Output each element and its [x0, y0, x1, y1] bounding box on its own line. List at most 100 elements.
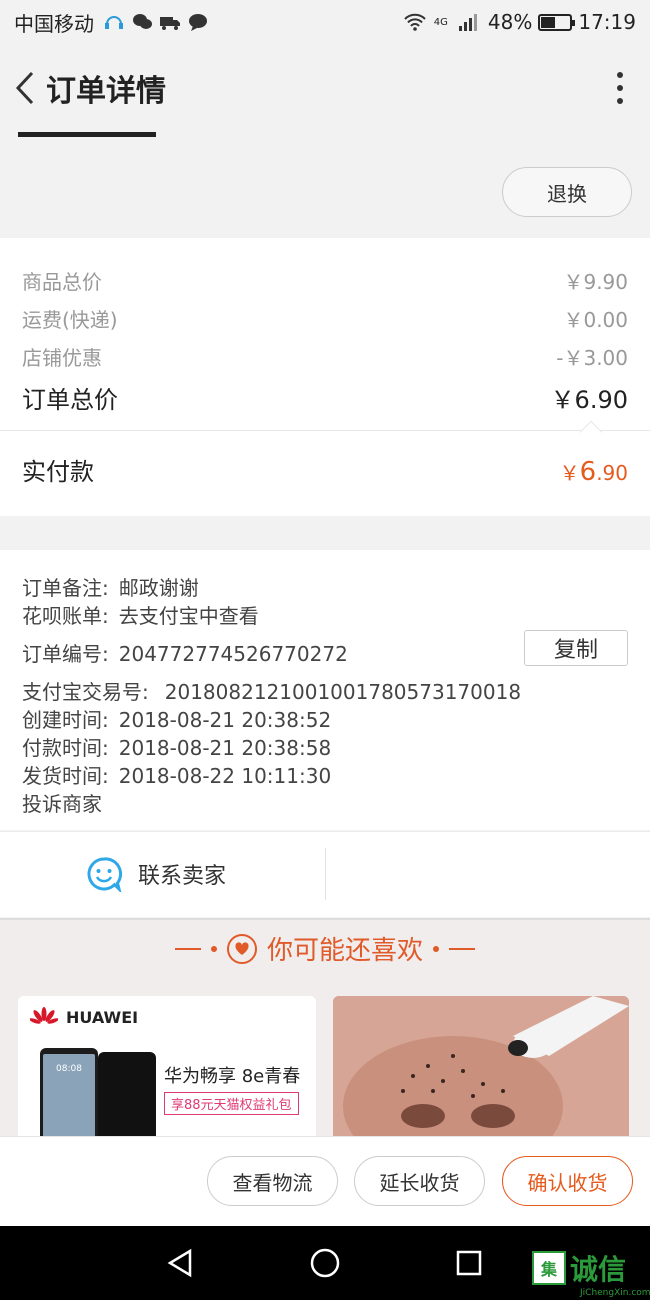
chevron-left-icon — [15, 71, 34, 105]
nose-strip-photo — [333, 996, 629, 1136]
price-label: 店铺优惠 — [22, 346, 102, 370]
brand-logo: HUAWEI — [30, 1006, 138, 1028]
contact-card: 联系卖家 — [0, 831, 650, 917]
title-line — [174, 947, 201, 950]
order-total-value: ￥6.90 — [550, 386, 628, 414]
heart-icon — [226, 933, 257, 964]
paid-row: 实付款 ￥6.90 — [22, 452, 628, 487]
phone-image: 08:08 — [40, 1048, 98, 1136]
refund-button[interactable]: 退换 — [502, 167, 632, 217]
more-menu-button[interactable] — [600, 66, 640, 110]
battery-icon — [538, 13, 576, 31]
nav-back-button[interactable] — [163, 1246, 197, 1280]
info-value: 2018-08-22 10:11:30 — [118, 764, 332, 788]
price-row: 店铺优惠 -￥3.00 — [22, 342, 628, 371]
truck-icon — [159, 12, 181, 32]
complain-link[interactable]: 投诉商家 — [22, 788, 102, 817]
extend-receipt-button[interactable]: 延长收货 — [354, 1156, 485, 1206]
info-key: 订单备注: — [22, 576, 109, 600]
more-dot-icon — [617, 85, 623, 91]
bottom-action-bar: 查看物流 延长收货 确认收货 — [0, 1136, 650, 1226]
price-row: 运费(快递) ￥0.00 — [22, 304, 628, 333]
info-value: 2047727745267702​72 — [118, 642, 348, 666]
status-bar: 中国移动 4G 48% 17:19 — [0, 0, 650, 44]
order-info-card: 订单备注: 邮政谢谢 花呗账单: 去支付宝中查看 订单编号: 204772774526… — [0, 550, 650, 830]
square-recents-icon — [456, 1250, 482, 1276]
confirm-receipt-button[interactable]: 确认收货 — [502, 1156, 633, 1206]
info-row-alipay-no: 支付宝交易号: 2018082121001001780573170018 — [22, 676, 521, 705]
info-row-note: 订单备注: 邮政谢谢 — [22, 572, 199, 601]
phone-screen: 08:08 — [43, 1054, 95, 1136]
product-name: 华为畅享 8e青春 — [164, 1066, 301, 1087]
clipped-content-edge — [18, 132, 156, 137]
wifi-icon — [403, 12, 426, 32]
info-key: 订单编号: — [22, 642, 109, 666]
price-value: ￥0.00 — [563, 308, 628, 332]
info-key: 支付宝交易号: — [22, 680, 149, 704]
more-dot-icon — [617, 72, 623, 78]
recommend-title: 你可能还喜欢 — [0, 930, 650, 967]
info-row-huabei[interactable]: 花呗账单: 去支付宝中查看 — [22, 600, 259, 629]
signal-icon — [457, 12, 479, 32]
back-button[interactable] — [10, 66, 40, 110]
triangle-back-icon — [167, 1248, 192, 1278]
network-type: 4G — [433, 16, 448, 28]
price-row: 商品总价 ￥9.90 — [22, 266, 628, 295]
price-value: ￥9.90 — [563, 270, 628, 294]
title-dot — [433, 945, 439, 952]
divider — [325, 848, 326, 900]
order-total-label: 订单总价 — [22, 386, 118, 414]
info-row-order-no: 订单编号: 2047727745267702​72 — [22, 638, 348, 667]
nav-home-button[interactable] — [308, 1246, 342, 1280]
carrier-label: 中国移动 — [14, 11, 94, 36]
recommend-title-text: 你可能还喜欢 — [266, 936, 423, 966]
info-key: 付款时间: — [22, 736, 109, 760]
more-dot-icon — [617, 98, 623, 104]
product-promo-tag: 享88元天猫权益礼包 — [164, 1092, 299, 1115]
paid-currency: ￥ — [559, 461, 580, 485]
nav-recents-button[interactable] — [452, 1246, 486, 1280]
price-value: -￥3.00 — [556, 346, 628, 370]
title-line — [449, 947, 475, 950]
info-key: 花呗账单: — [22, 604, 109, 628]
paid-dec: .90 — [596, 461, 628, 485]
info-row-created: 创建时间: 2018-08-21 20:38:52 — [22, 704, 331, 733]
paid-int: 6 — [579, 457, 597, 487]
view-logistics-button[interactable]: 查看物流 — [207, 1156, 338, 1206]
info-value: 2018082121001001780573170018 — [164, 680, 522, 704]
item-actions: 退换 — [0, 140, 650, 238]
info-row-shipped: 发货时间: 2018-08-22 10:11:30 — [22, 760, 331, 789]
page-title: 订单详情 — [46, 74, 166, 109]
order-total-row: 订单总价 ￥6.90 — [22, 380, 628, 415]
huawei-logo-icon — [30, 1007, 58, 1024]
recommend-section: 你可能还喜欢 HUAWEI 08:08 华为畅享 8e青春 享88元天猫权益礼包 — [0, 918, 650, 1136]
info-value: 2018-08-21 20:38:58 — [118, 736, 332, 760]
message-icon — [187, 12, 209, 32]
title-dot — [210, 945, 217, 952]
headset-icon — [103, 12, 125, 32]
watermark-text: 诚信 — [570, 1253, 627, 1286]
phone-back-image — [98, 1052, 156, 1136]
brand-name: HUAWEI — [66, 1007, 139, 1027]
chat-smile-icon — [87, 857, 122, 892]
product-card[interactable] — [333, 996, 629, 1136]
contact-seller-label: 联系卖家 — [138, 864, 227, 889]
divider — [0, 430, 650, 431]
price-label: 商品总价 — [22, 270, 102, 294]
info-key: 发货时间: — [22, 764, 109, 788]
contact-seller-button[interactable]: 联系卖家 — [86, 856, 226, 892]
paid-label: 实付款 — [22, 458, 94, 486]
info-value: 邮政谢谢 — [118, 576, 199, 600]
clock: 17:19 — [578, 10, 636, 34]
product-card[interactable]: HUAWEI 08:08 华为畅享 8e青春 享88元天猫权益礼包 — [18, 996, 316, 1136]
watermark-box-icon: 集 — [532, 1251, 566, 1285]
info-value: 2018-08-21 20:38:52 — [118, 708, 332, 732]
info-value: 去支付宝中查看 — [118, 604, 259, 628]
watermark-logo: 集 诚信 — [532, 1248, 626, 1288]
info-row-paid: 付款时间: 2018-08-21 20:38:58 — [22, 732, 331, 761]
wechat-icon — [131, 12, 153, 32]
watermark-subtext: JiChengXin.com — [580, 1288, 650, 1298]
nav-bar: 订单详情 — [0, 44, 650, 132]
paid-amount: ￥6.90 — [560, 457, 628, 487]
copy-button[interactable]: 复制 — [524, 630, 628, 666]
